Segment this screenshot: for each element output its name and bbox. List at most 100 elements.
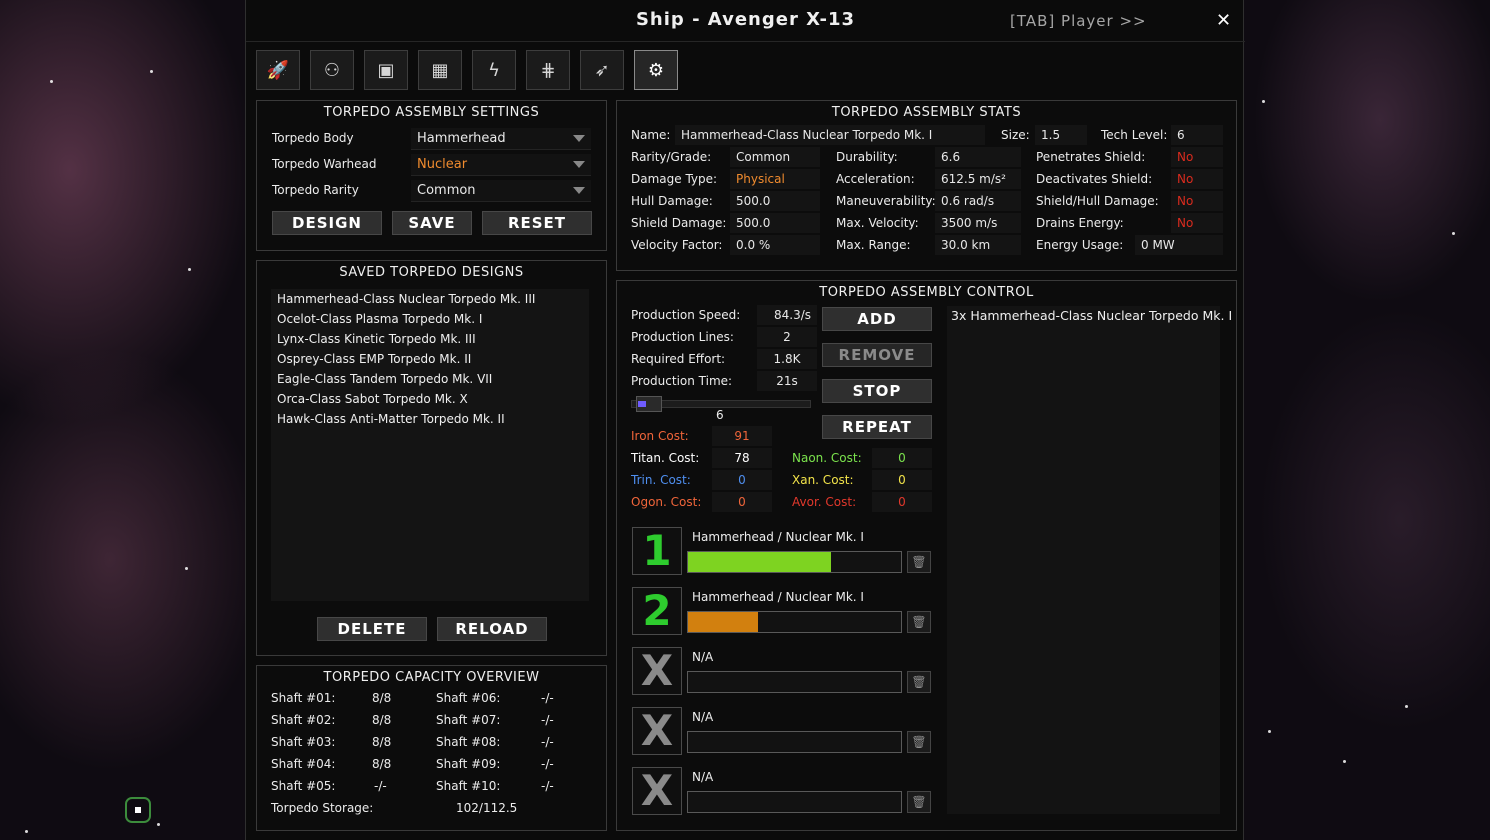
- slider-value: 6: [716, 408, 724, 422]
- design-button[interactable]: DESIGN: [272, 211, 382, 235]
- production-line-number: X: [632, 647, 682, 695]
- ship-window: Ship - Avenger X-13 [TAB] Player >> ✕ 🚀 …: [245, 0, 1245, 840]
- star: [150, 70, 153, 73]
- capacity-overview-panel: TORPEDO CAPACITY OVERVIEW Shaft #01: 8/8…: [256, 665, 607, 831]
- production-progress-bar: [687, 611, 902, 633]
- shaft-value: -/-: [541, 691, 554, 705]
- reset-button[interactable]: RESET: [482, 211, 592, 235]
- trash-icon[interactable]: 🗑: [907, 611, 931, 633]
- tab-missile[interactable]: ➶: [580, 50, 624, 90]
- player-tab-link[interactable]: [TAB] Player >>: [1010, 12, 1147, 30]
- production-value: 21s: [757, 371, 817, 391]
- cost-value: 0: [712, 492, 772, 512]
- shaft-label: Shaft #06:: [436, 691, 501, 705]
- list-item[interactable]: Orca-Class Sabot Torpedo Mk. X: [271, 389, 589, 409]
- production-slider-handle[interactable]: [636, 396, 662, 412]
- reload-button[interactable]: RELOAD: [437, 617, 547, 641]
- shaft-value: 8/8: [372, 713, 392, 727]
- trash-icon[interactable]: 🗑: [907, 791, 931, 813]
- trash-icon[interactable]: 🗑: [907, 551, 931, 573]
- list-item[interactable]: Osprey-Class EMP Torpedo Mk. II: [271, 349, 589, 369]
- shaft-label: Shaft #10:: [436, 779, 501, 793]
- save-button[interactable]: SAVE: [392, 211, 472, 235]
- tab-cargo[interactable]: ▦: [418, 50, 462, 90]
- tab-grid[interactable]: ⋕: [526, 50, 570, 90]
- name-value: Hammerhead-Class Nuclear Torpedo Mk. I: [675, 125, 985, 145]
- list-item[interactable]: Hammerhead-Class Nuclear Torpedo Mk. III: [271, 289, 589, 309]
- production-slider-track[interactable]: [631, 396, 811, 412]
- saved-designs-panel: SAVED TORPEDO DESIGNS Hammerhead-Class N…: [256, 260, 607, 656]
- stat-value: 612.5 m/s²: [935, 169, 1021, 189]
- list-item[interactable]: Hawk-Class Anti-Matter Torpedo Mk. II: [271, 409, 589, 429]
- assembly-stats-panel: TORPEDO ASSEMBLY STATS Name: Hammerhead-…: [616, 100, 1237, 271]
- production-line-name: Hammerhead / Nuclear Mk. I: [692, 590, 864, 604]
- shaft-label: Shaft #01:: [271, 691, 336, 705]
- star: [1343, 760, 1346, 763]
- settings-header: TORPEDO ASSEMBLY SETTINGS: [323, 105, 540, 120]
- cost-value: 78: [712, 448, 772, 468]
- production-label: Production Speed:: [631, 308, 741, 322]
- list-item[interactable]: Ocelot-Class Plasma Torpedo Mk. I: [271, 309, 589, 329]
- delete-button[interactable]: DELETE: [317, 617, 427, 641]
- stat-label: Max. Velocity:: [836, 216, 919, 230]
- cost-label: Avor. Cost:: [792, 495, 857, 509]
- production-line-number: X: [632, 707, 682, 755]
- cost-label: Ogon. Cost:: [631, 495, 702, 509]
- stat-value: 0.6 rad/s: [935, 191, 1021, 211]
- saved-header: SAVED TORPEDO DESIGNS: [339, 265, 524, 280]
- mouse-cursor-reticle: [125, 797, 151, 823]
- tab-crew[interactable]: ⚇: [310, 50, 354, 90]
- cost-label: Xan. Cost:: [792, 473, 854, 487]
- star: [1452, 232, 1455, 235]
- grid-icon: ⋕: [540, 59, 556, 81]
- shaft-label: Shaft #09:: [436, 757, 501, 771]
- cost-label: Trin. Cost:: [631, 473, 691, 487]
- remove-button[interactable]: REMOVE: [822, 343, 932, 367]
- tech-level-value: 6: [1171, 125, 1223, 145]
- trash-icon[interactable]: 🗑: [907, 671, 931, 693]
- close-icon[interactable]: ✕: [1216, 10, 1231, 31]
- torpedo-body-select[interactable]: Hammerhead: [411, 128, 591, 150]
- ship-icon: 🚀: [266, 59, 290, 81]
- progress-fill: [688, 552, 831, 572]
- torpedo-rarity-select[interactable]: Common: [411, 180, 591, 202]
- stat-value: No: [1171, 191, 1223, 211]
- assembly-settings-panel: TORPEDO ASSEMBLY SETTINGS Torpedo Body H…: [256, 100, 607, 251]
- queue-item[interactable]: 3x Hammerhead-Class Nuclear Torpedo Mk. …: [947, 306, 1232, 326]
- shaft-label: Shaft #05:: [271, 779, 336, 793]
- trash-icon[interactable]: 🗑: [907, 731, 931, 753]
- stop-button[interactable]: STOP: [822, 379, 932, 403]
- list-item[interactable]: Lynx-Class Kinetic Torpedo Mk. III: [271, 329, 589, 349]
- tab-ship[interactable]: 🚀: [256, 50, 300, 90]
- torpedo-rarity-value: Common: [417, 183, 476, 198]
- stat-label: Deactivates Shield:: [1036, 172, 1153, 186]
- production-line-number: 1: [632, 527, 682, 575]
- shaft-value: -/-: [374, 779, 387, 793]
- torpedo-warhead-label: Torpedo Warhead: [272, 157, 377, 171]
- cost-label: Titan. Cost:: [631, 451, 700, 465]
- production-value: 84.3/s: [757, 305, 817, 325]
- tab-schematic[interactable]: ▣: [364, 50, 408, 90]
- shaft-label: Shaft #03:: [271, 735, 336, 749]
- size-label: Size:: [1001, 128, 1030, 142]
- stat-label: Penetrates Shield:: [1036, 150, 1146, 164]
- production-queue: 3x Hammerhead-Class Nuclear Torpedo Mk. …: [947, 306, 1232, 814]
- cost-label: Iron Cost:: [631, 429, 689, 443]
- production-label: Production Lines:: [631, 330, 734, 344]
- tab-torpedo-assembly[interactable]: ⚙: [634, 50, 678, 90]
- production-line-name: N/A: [692, 650, 714, 664]
- torpedo-assembly-icon: ⚙: [647, 59, 665, 81]
- shaft-label: Shaft #08:: [436, 735, 501, 749]
- title-bar: Ship - Avenger X-13 [TAB] Player >> ✕: [246, 0, 1245, 42]
- assembly-control-panel: TORPEDO ASSEMBLY CONTROL Production Spee…: [616, 280, 1237, 831]
- repeat-button[interactable]: REPEAT: [822, 415, 932, 439]
- shaft-value: 8/8: [372, 691, 392, 705]
- production-progress-bar: [687, 791, 902, 813]
- list-item[interactable]: Eagle-Class Tandem Torpedo Mk. VII: [271, 369, 589, 389]
- production-line-name: Hammerhead / Nuclear Mk. I: [692, 530, 864, 544]
- stat-value: 0 MW: [1135, 235, 1223, 255]
- stat-label: Damage Type:: [631, 172, 718, 186]
- add-button[interactable]: ADD: [822, 307, 932, 331]
- torpedo-warhead-select[interactable]: Nuclear: [411, 154, 591, 176]
- tab-energy[interactable]: ϟ: [472, 50, 516, 90]
